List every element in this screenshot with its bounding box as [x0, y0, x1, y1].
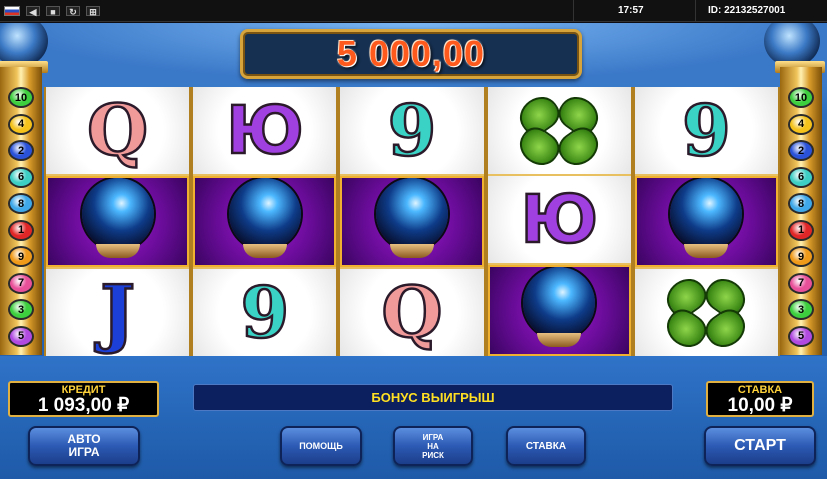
help-button[interactable]: ПОМОЩЬ	[280, 426, 362, 466]
symbol-glyph: Ю	[225, 91, 305, 169]
payline-right-indicator: 4	[788, 113, 814, 135]
start-button[interactable]: СТАРТ	[704, 426, 816, 466]
letter-symbol: J	[46, 269, 190, 356]
symbol-glyph: Q	[86, 88, 149, 172]
session-id: ID: 22132527001	[708, 5, 786, 16]
reel: Ю9	[193, 87, 337, 356]
autoplay-label-line2: ИГРА	[68, 445, 100, 459]
divider	[573, 0, 574, 22]
credit-value: 1 093,00 ₽	[37, 395, 130, 416]
crystal-ball-icon	[368, 178, 456, 265]
payline-right-indicator: 10	[788, 87, 814, 108]
payline-left-indicator: 5	[8, 325, 34, 347]
bonus-win-bar: БОНУС ВЫИГРЫШ	[193, 384, 673, 411]
slot-game-window: ◀ ■ ↻ ⊞ 17:57 ID: 22132527001 5 000,00 1…	[0, 0, 827, 479]
crystal-ball-symbol	[487, 265, 631, 356]
letter-symbol: 9	[193, 269, 337, 356]
gamble-button[interactable]: ИГРА НА РИСК	[393, 426, 473, 466]
letter-symbol: 9	[340, 87, 484, 174]
stake-display: СТАВКА 10,00 ₽	[706, 381, 814, 417]
fullscreen-icon[interactable]: ■	[46, 6, 60, 17]
four-leaf-clover-icon	[660, 271, 753, 354]
payline-right-indicator: 5	[788, 325, 814, 347]
gamble-label-line1: ИГРА	[422, 432, 444, 442]
payline-right-indicator: 6	[788, 166, 814, 188]
payline-right-indicator: 7	[788, 272, 814, 294]
crystal-ball-symbol	[340, 176, 484, 267]
refresh-icon[interactable]: ↻	[66, 6, 80, 17]
gamble-label-line3: РИСК	[422, 450, 444, 460]
payline-indicators-right: 10 4 2 6 8 1 9 7 3 5	[788, 87, 814, 347]
payline-left-indicator: 2	[8, 140, 34, 161]
crystal-ball-icon	[662, 178, 750, 265]
payline-indicators-left: 10 4 2 6 8 1 9 7 3 5	[8, 87, 34, 347]
symbol-glyph: Q	[380, 270, 443, 354]
stake-button[interactable]: СТАВКА	[506, 426, 586, 466]
clock: 17:57	[618, 5, 644, 16]
reel: 9Q	[340, 87, 484, 356]
symbol-glyph: 9	[239, 270, 290, 354]
top-system-bar: ◀ ■ ↻ ⊞ 17:57 ID: 22132527001	[0, 0, 827, 22]
autoplay-button[interactable]: АВТО ИГРА	[28, 426, 140, 466]
reel: Ю	[487, 87, 631, 356]
payline-left-indicator: 9	[8, 246, 34, 267]
clover-symbol	[487, 87, 631, 174]
payline-left-indicator: 10	[8, 87, 34, 108]
payline-left-indicator: 3	[8, 299, 34, 320]
letter-symbol: Q	[340, 269, 484, 356]
letter-symbol: Q	[46, 87, 190, 174]
jackpot-display: 5 000,00	[240, 29, 582, 79]
payline-left-indicator: 1	[8, 219, 34, 241]
divider	[695, 0, 696, 22]
payline-right-indicator: 2	[788, 140, 814, 161]
payline-left-indicator: 7	[8, 272, 34, 294]
crystal-ball-symbol	[634, 176, 779, 267]
control-panel: КРЕДИТ 1 093,00 ₽ БОНУС ВЫИГРЫШ СТАВКА 1…	[0, 356, 827, 479]
symbol-glyph: J	[99, 269, 137, 356]
payline-left-indicator: 6	[8, 166, 34, 188]
speaker-icon[interactable]: ◀	[26, 6, 40, 17]
payline-right-indicator: 1	[788, 219, 814, 241]
stake-value: 10,00 ₽	[727, 395, 793, 416]
gamble-label-line2: НА	[427, 441, 439, 451]
letter-symbol: Ю	[193, 87, 337, 174]
system-icons: ◀ ■ ↻ ⊞	[4, 6, 100, 17]
crystal-ball-icon	[74, 178, 162, 265]
payline-left-indicator: 8	[8, 193, 34, 214]
payline-right-indicator: 9	[788, 246, 814, 267]
jackpot-value: 5 000,00	[336, 33, 486, 74]
symbol-glyph: 9	[681, 88, 732, 172]
payline-left-indicator: 4	[8, 113, 34, 135]
crystal-ball-icon	[515, 267, 603, 354]
payline-right-indicator: 3	[788, 299, 814, 320]
game-area: 5 000,00 10 4 2 6 8 1 9 7 3 5 10 4 2 6 8 1 9 7 3 5 QJЮ99QЮ…	[0, 23, 827, 479]
letter-symbol: Ю	[487, 176, 631, 263]
help-label: ПОМОЩЬ	[299, 441, 343, 451]
symbol-glyph: Ю	[519, 180, 599, 258]
crystal-ball-symbol	[46, 176, 190, 267]
payline-right-indicator: 8	[788, 193, 814, 214]
russia-flag-icon[interactable]	[4, 6, 20, 16]
letter-symbol: 9	[634, 87, 779, 174]
start-label: СТАРТ	[734, 437, 786, 454]
credit-display: КРЕДИТ 1 093,00 ₽	[8, 381, 159, 417]
reel: QJ	[46, 87, 190, 356]
clover-symbol	[634, 269, 779, 356]
reels-area: QJЮ99QЮ9	[44, 87, 780, 356]
stake-button-label: СТАВКА	[525, 440, 567, 452]
reel: 9	[634, 87, 779, 356]
crystal-ball-icon	[221, 178, 309, 265]
four-leaf-clover-icon	[513, 89, 606, 172]
crystal-ball-symbol	[193, 176, 337, 267]
symbol-glyph: 9	[386, 88, 437, 172]
settings-icon[interactable]: ⊞	[86, 6, 100, 17]
